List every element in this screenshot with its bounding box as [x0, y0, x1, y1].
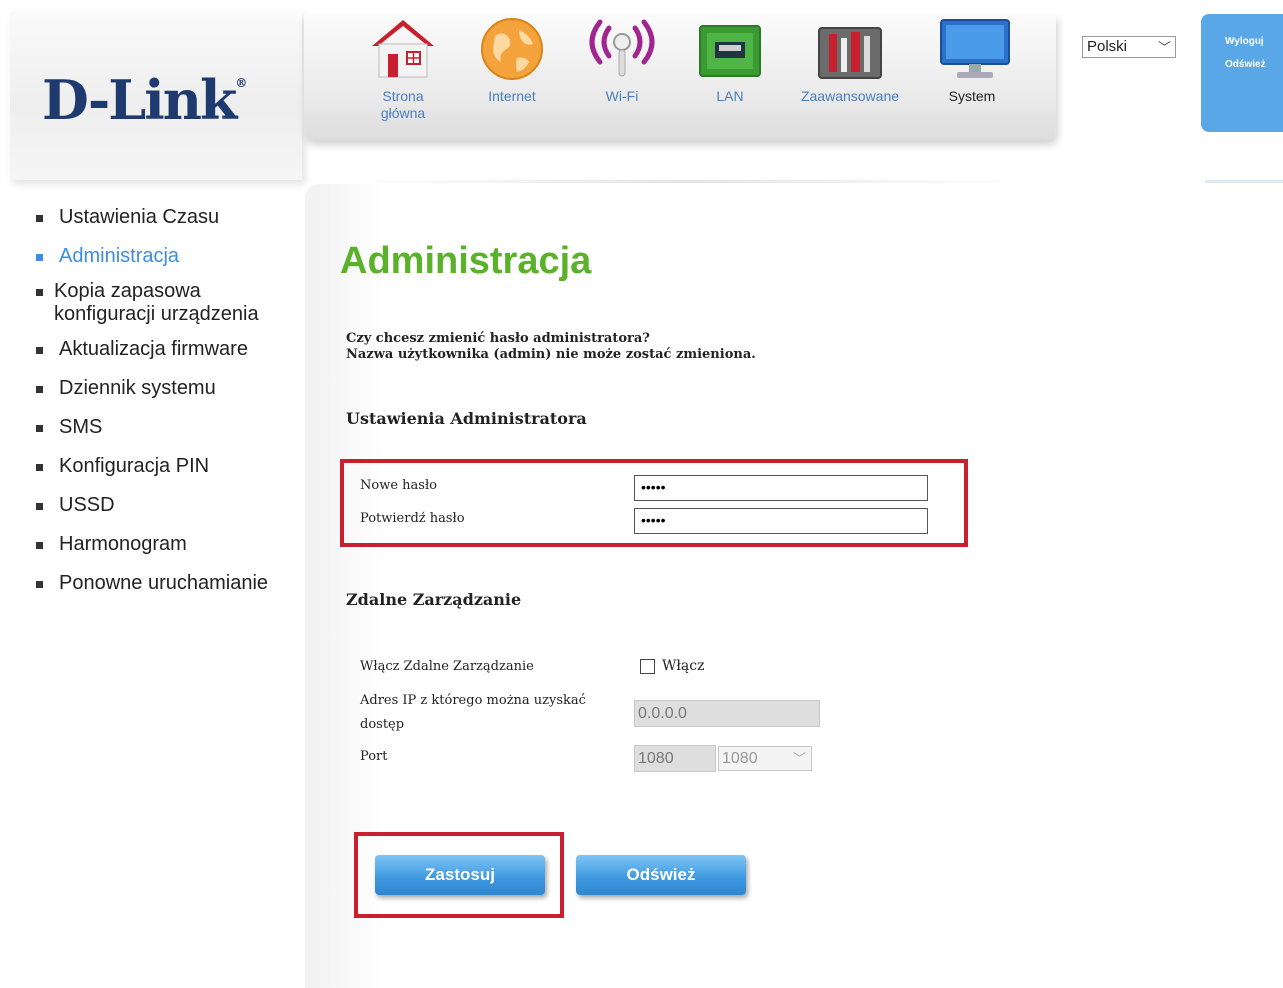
globe-icon — [477, 14, 547, 84]
chevron-down-icon: ﹀ — [1157, 40, 1171, 55]
nav-divider — [356, 180, 1020, 183]
confirm-password-field[interactable]: ••••• — [634, 508, 928, 534]
sidebar-item-pin[interactable]: Konfiguracja PIN — [36, 455, 296, 478]
tools-icon — [815, 14, 885, 84]
apply-button[interactable]: Zastosuj — [375, 855, 545, 895]
sidebar-item-ussd[interactable]: USSD — [36, 494, 296, 517]
logout-link[interactable]: Wyloguj — [1201, 36, 1283, 47]
sidebar-item-sms[interactable]: SMS — [36, 416, 296, 439]
new-password-label: Nowe hasło — [360, 478, 437, 493]
sidebar-item-backup[interactable]: Kopia zapasowa konfiguracji urządzenia — [36, 280, 276, 326]
nav-item-internet[interactable]: Internet — [472, 14, 552, 105]
refresh-button[interactable]: Odśwież — [576, 855, 746, 895]
sidebar-item-time-settings[interactable]: Ustawienia Czasu — [36, 206, 296, 229]
monitor-icon — [937, 14, 1010, 84]
sidebar: Ustawienia Czasu Administracja Kopia zap… — [36, 206, 296, 611]
admin-settings-heading: Ustawienia Administratora — [346, 409, 587, 428]
port-select[interactable]: 1080 ﹀ — [718, 746, 812, 771]
port-label: Port — [360, 749, 388, 764]
port-input[interactable]: 1080 — [634, 745, 716, 772]
ip-address-label: Adres IP z którego można uzyskać dostęp — [360, 693, 586, 732]
nav-item-home[interactable]: Strona główna — [360, 14, 446, 122]
header-divider — [1205, 180, 1283, 183]
nav-item-advanced[interactable]: Zaawansowane — [792, 14, 908, 105]
language-select[interactable]: Polski ﹀ — [1082, 36, 1176, 58]
lan-port-icon — [695, 14, 765, 84]
sidebar-item-reboot[interactable]: Ponowne uruchamianie — [36, 572, 296, 595]
home-icon — [368, 14, 438, 84]
intro-text: Czy chcesz zmienić hasło administratora?… — [346, 331, 756, 362]
nav-item-system[interactable]: System — [932, 14, 1012, 105]
sidebar-item-schedule[interactable]: Harmonogram — [36, 533, 296, 556]
logo-panel: D-Link® — [10, 12, 302, 180]
d-link-logo: D-Link® — [42, 68, 247, 132]
confirm-password-label: Potwierdź hasło — [360, 511, 465, 526]
remote-management-heading: Zdalne Zarządzanie — [346, 590, 522, 609]
sidebar-item-administration[interactable]: Administracja — [36, 245, 296, 268]
nav-item-lan[interactable]: LAN — [692, 14, 768, 105]
refresh-link[interactable]: Odśwież — [1201, 59, 1283, 70]
enable-remote-checkbox[interactable] — [640, 659, 655, 674]
nav-item-wifi[interactable]: Wi-Fi — [582, 14, 662, 105]
ip-address-input[interactable]: 0.0.0.0 — [634, 700, 820, 727]
page-title: Administracja — [340, 240, 592, 282]
wifi-icon — [587, 14, 657, 84]
header-actions-panel: Wyloguj Odśwież — [1201, 14, 1283, 132]
enable-remote-checkbox-label: Włącz — [662, 658, 705, 674]
sidebar-item-firmware[interactable]: Aktualizacja firmware — [36, 338, 296, 361]
chevron-down-icon: ﹀ — [792, 751, 806, 766]
sidebar-item-system-log[interactable]: Dziennik systemu — [36, 377, 296, 400]
new-password-field[interactable]: ••••• — [634, 475, 928, 501]
enable-remote-label: Włącz Zdalne Zarządzanie — [360, 659, 534, 674]
